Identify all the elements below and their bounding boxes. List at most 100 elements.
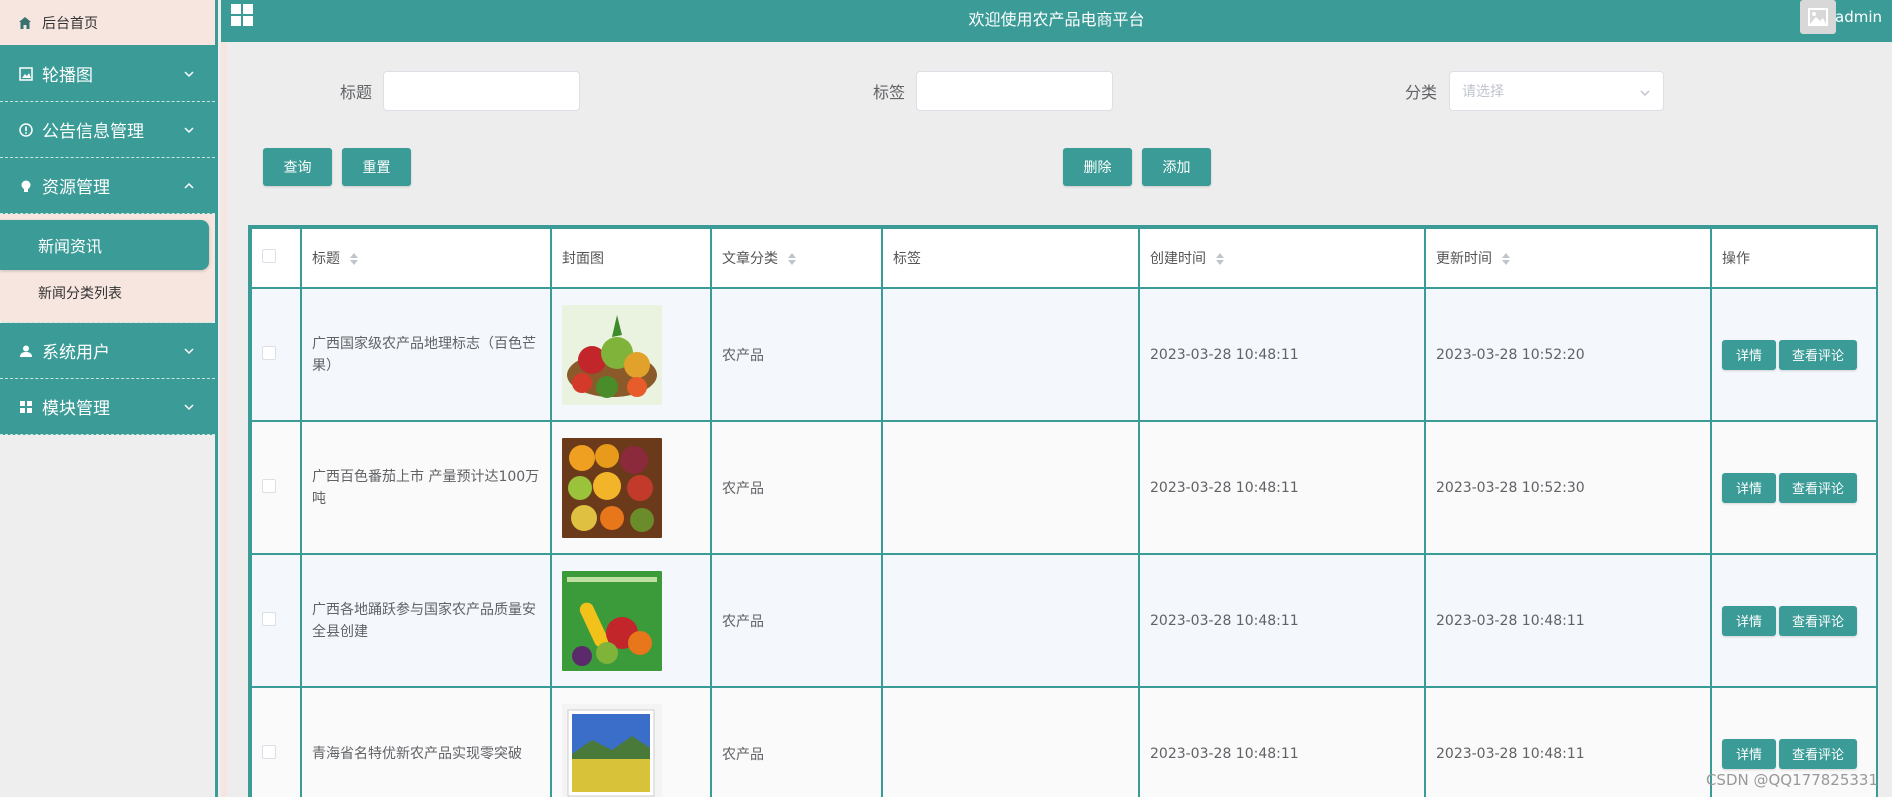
cover-cell bbox=[550, 686, 712, 797]
sidebar-item-home[interactable]: 后台首页 bbox=[0, 0, 215, 46]
sidebar-item-system-users[interactable]: 系统用户 bbox=[0, 323, 215, 379]
sidebar: 后台首页 轮播图 公告信息管理 资源管理 新闻资讯 新闻分类列表 系统用户 模块… bbox=[0, 0, 218, 797]
avatar[interactable] bbox=[1800, 0, 1836, 34]
view-comments-button[interactable]: 查看评论 bbox=[1779, 738, 1857, 769]
chevron-down-icon bbox=[184, 347, 194, 354]
updated-cell: 2023-03-28 10:52:20 bbox=[1424, 287, 1712, 422]
sidebar-item-label: 模块管理 bbox=[42, 399, 110, 419]
page-title: 欢迎使用农产品电商平台 bbox=[968, 10, 1145, 29]
sidebar-item-carousel[interactable]: 轮播图 bbox=[0, 46, 215, 102]
title-cell: 广西国家级农产品地理标志（百色芒果） bbox=[300, 287, 552, 422]
column-header-title[interactable]: 标题 bbox=[300, 227, 552, 289]
sidebar-item-home-label: 后台首页 bbox=[42, 15, 98, 32]
created-cell: 2023-03-28 10:48:11 bbox=[1138, 420, 1426, 555]
bulb-icon bbox=[18, 178, 34, 194]
user-icon bbox=[18, 343, 34, 359]
tags-cell bbox=[881, 553, 1140, 688]
title-search-label: 标题 bbox=[340, 83, 373, 102]
chevron-down-icon bbox=[184, 126, 194, 133]
column-header-category[interactable]: 文章分类 bbox=[710, 227, 883, 289]
table-header-row: 标题 封面图 文章分类 标签 创建时间 更新时间 操作 bbox=[250, 227, 1876, 289]
cover-image bbox=[562, 304, 662, 405]
column-header-label: 封面图 bbox=[562, 251, 604, 267]
cover-cell bbox=[550, 553, 712, 688]
title-cell: 广西各地踊跃参与国家农产品质量安全县创建 bbox=[300, 553, 552, 688]
view-comments-button[interactable]: 查看评论 bbox=[1779, 472, 1857, 503]
column-header-label: 文章分类 bbox=[722, 251, 778, 267]
sidebar-item-news-categories[interactable]: 新闻分类列表 bbox=[0, 270, 215, 316]
column-header-label: 更新时间 bbox=[1436, 251, 1492, 267]
row-checkbox[interactable] bbox=[262, 478, 276, 493]
column-header-tags: 标签 bbox=[881, 227, 1140, 289]
row-select-cell[interactable] bbox=[250, 420, 302, 555]
username[interactable]: admin bbox=[1835, 8, 1882, 26]
cover-image bbox=[562, 703, 662, 797]
cover-image bbox=[562, 570, 662, 671]
column-header-cover: 封面图 bbox=[550, 227, 712, 289]
query-button[interactable]: 查询 bbox=[263, 148, 332, 186]
cover-image bbox=[562, 437, 662, 538]
category-cell: 农产品 bbox=[710, 287, 883, 422]
sort-icon[interactable] bbox=[1502, 253, 1511, 265]
category-select[interactable]: 请选择 bbox=[1449, 71, 1664, 111]
column-header-label: 标签 bbox=[893, 251, 921, 267]
column-header-label: 创建时间 bbox=[1150, 251, 1206, 267]
detail-button[interactable]: 详情 bbox=[1722, 339, 1776, 370]
delete-button[interactable]: 删除 bbox=[1063, 148, 1132, 186]
category-cell: 农产品 bbox=[710, 553, 883, 688]
title-search-input[interactable] bbox=[383, 71, 580, 111]
cover-cell bbox=[550, 420, 712, 555]
title-cell: 青海省名特优新农产品实现零突破 bbox=[300, 686, 552, 797]
row-select-cell[interactable] bbox=[250, 553, 302, 688]
row-checkbox[interactable] bbox=[262, 744, 276, 759]
tags-cell bbox=[881, 287, 1140, 422]
table-row: 广西各地踊跃参与国家农产品质量安全县创建 农产品 2023-03-28 10:4… bbox=[250, 553, 1876, 688]
sidebar-item-label: 资源管理 bbox=[42, 178, 110, 198]
sort-icon[interactable] bbox=[1216, 253, 1225, 265]
sidebar-item-news[interactable]: 新闻资讯 bbox=[0, 220, 209, 270]
category-cell: 农产品 bbox=[710, 420, 883, 555]
detail-button[interactable]: 详情 bbox=[1722, 605, 1776, 636]
updated-cell: 2023-03-28 10:52:30 bbox=[1424, 420, 1712, 555]
tags-cell bbox=[881, 420, 1140, 555]
actions-cell: 详情 查看评论 bbox=[1710, 287, 1876, 422]
row-select-cell[interactable] bbox=[250, 686, 302, 797]
sidebar-item-notice[interactable]: 公告信息管理 bbox=[0, 102, 215, 158]
sidebar-item-label: 轮播图 bbox=[42, 66, 93, 86]
chevron-up-icon bbox=[184, 182, 194, 189]
row-checkbox[interactable] bbox=[262, 345, 276, 360]
cover-cell bbox=[550, 287, 712, 422]
detail-button[interactable]: 详情 bbox=[1722, 738, 1776, 769]
chevron-down-icon bbox=[184, 403, 194, 410]
grid-icon bbox=[18, 399, 34, 415]
add-button[interactable]: 添加 bbox=[1142, 148, 1211, 186]
tag-search-input[interactable] bbox=[916, 71, 1113, 111]
reset-button[interactable]: 重置 bbox=[342, 148, 411, 186]
view-comments-button[interactable]: 查看评论 bbox=[1779, 605, 1857, 636]
row-select-cell[interactable] bbox=[250, 287, 302, 422]
column-header-updated[interactable]: 更新时间 bbox=[1424, 227, 1712, 289]
info-circle-icon bbox=[18, 122, 34, 138]
select-all-checkbox[interactable] bbox=[262, 249, 276, 263]
created-cell: 2023-03-28 10:48:11 bbox=[1138, 686, 1426, 797]
tag-search-label: 标签 bbox=[873, 83, 906, 102]
category-search-label: 分类 bbox=[1405, 83, 1438, 102]
column-header-created[interactable]: 创建时间 bbox=[1138, 227, 1426, 289]
detail-button[interactable]: 详情 bbox=[1722, 472, 1776, 503]
sort-icon[interactable] bbox=[788, 253, 797, 265]
home-icon bbox=[19, 16, 31, 29]
image-icon bbox=[1808, 8, 1828, 26]
updated-cell: 2023-03-28 10:48:11 bbox=[1424, 553, 1712, 688]
table-row: 广西百色番茄上市 产量预计达100万吨 农产品 2023-03-28 10:48… bbox=[250, 420, 1876, 555]
sort-icon[interactable] bbox=[350, 253, 359, 265]
actions-cell: 详情 查看评论 bbox=[1710, 553, 1876, 688]
created-cell: 2023-03-28 10:48:11 bbox=[1138, 553, 1426, 688]
sidebar-item-modules[interactable]: 模块管理 bbox=[0, 379, 215, 435]
sidebar-item-resources[interactable]: 资源管理 bbox=[0, 158, 215, 214]
actions-cell: 详情 查看评论 bbox=[1710, 420, 1876, 555]
submenu-resources: 新闻资讯 新闻分类列表 bbox=[0, 214, 215, 323]
view-comments-button[interactable]: 查看评论 bbox=[1779, 339, 1857, 370]
table-row: 青海省名特优新农产品实现零突破 农产品 2023-03-28 10:48:11 … bbox=[250, 686, 1876, 797]
row-checkbox[interactable] bbox=[262, 611, 276, 626]
select-all-cell[interactable] bbox=[250, 227, 302, 289]
